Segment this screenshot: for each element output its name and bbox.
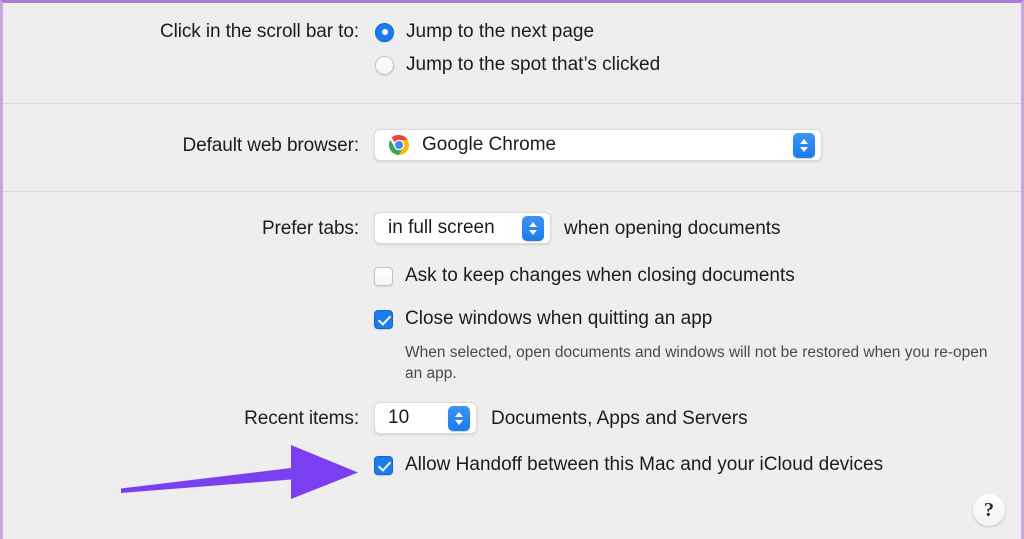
prefer-tabs-suffix: when opening documents: [564, 218, 781, 239]
up-down-chevron-icon[interactable]: [522, 216, 544, 241]
recent-items-label: Recent items:: [244, 408, 359, 429]
scroll-bar-label: Click in the scroll bar to:: [160, 21, 359, 42]
question-mark-icon: ?: [984, 498, 994, 521]
checkbox-close-windows-label: Close windows when quitting an app: [405, 308, 713, 329]
checkbox-handoff-label: Allow Handoff between this Mac and your …: [405, 454, 884, 475]
checkbox-row-close-windows[interactable]: Close windows when quitting an app: [374, 308, 712, 330]
radio-spot-clicked[interactable]: [375, 55, 394, 75]
prefer-tabs-select[interactable]: in full screen: [374, 212, 551, 244]
checkbox-row-handoff[interactable]: Allow Handoff between this Mac and your …: [374, 454, 883, 476]
up-down-chevron-icon[interactable]: [448, 406, 470, 431]
default-browser-label: Default web browser:: [182, 135, 360, 156]
section-divider-2: [3, 191, 1021, 192]
up-down-chevron-icon[interactable]: [793, 133, 815, 158]
checkbox-close-windows[interactable]: [374, 309, 393, 329]
default-browser-select[interactable]: Google Chrome: [374, 129, 822, 161]
checkbox-row-ask-keep-changes[interactable]: Ask to keep changes when closing documen…: [374, 265, 795, 287]
radio-next-page-label: Jump to the next page: [406, 21, 595, 42]
chrome-icon: [387, 133, 411, 157]
recent-items-value: 10: [388, 407, 410, 428]
checkbox-handoff[interactable]: [374, 455, 393, 475]
checkbox-ask-keep-changes[interactable]: [374, 266, 393, 286]
annotation-arrow: [115, 441, 365, 503]
default-browser-value: Google Chrome: [422, 134, 557, 155]
system-preferences-general-pane: Click in the scroll bar to: Jump to the …: [0, 0, 1024, 539]
radio-next-page[interactable]: [375, 22, 394, 42]
close-windows-help-text: When selected, open documents and window…: [405, 344, 988, 382]
radio-option-next-page[interactable]: Jump to the next page: [375, 21, 594, 43]
section-divider-1: [3, 103, 1021, 104]
radio-option-spot-clicked[interactable]: Jump to the spot that’s clicked: [375, 54, 660, 76]
recent-items-select[interactable]: 10: [374, 402, 477, 434]
radio-spot-clicked-label: Jump to the spot that’s clicked: [406, 54, 661, 75]
checkbox-ask-keep-changes-label: Ask to keep changes when closing documen…: [405, 265, 795, 286]
prefer-tabs-value: in full screen: [388, 217, 495, 238]
prefer-tabs-label: Prefer tabs:: [261, 218, 359, 239]
help-button[interactable]: ?: [973, 494, 1005, 526]
recent-items-suffix: Documents, Apps and Servers: [491, 408, 748, 429]
